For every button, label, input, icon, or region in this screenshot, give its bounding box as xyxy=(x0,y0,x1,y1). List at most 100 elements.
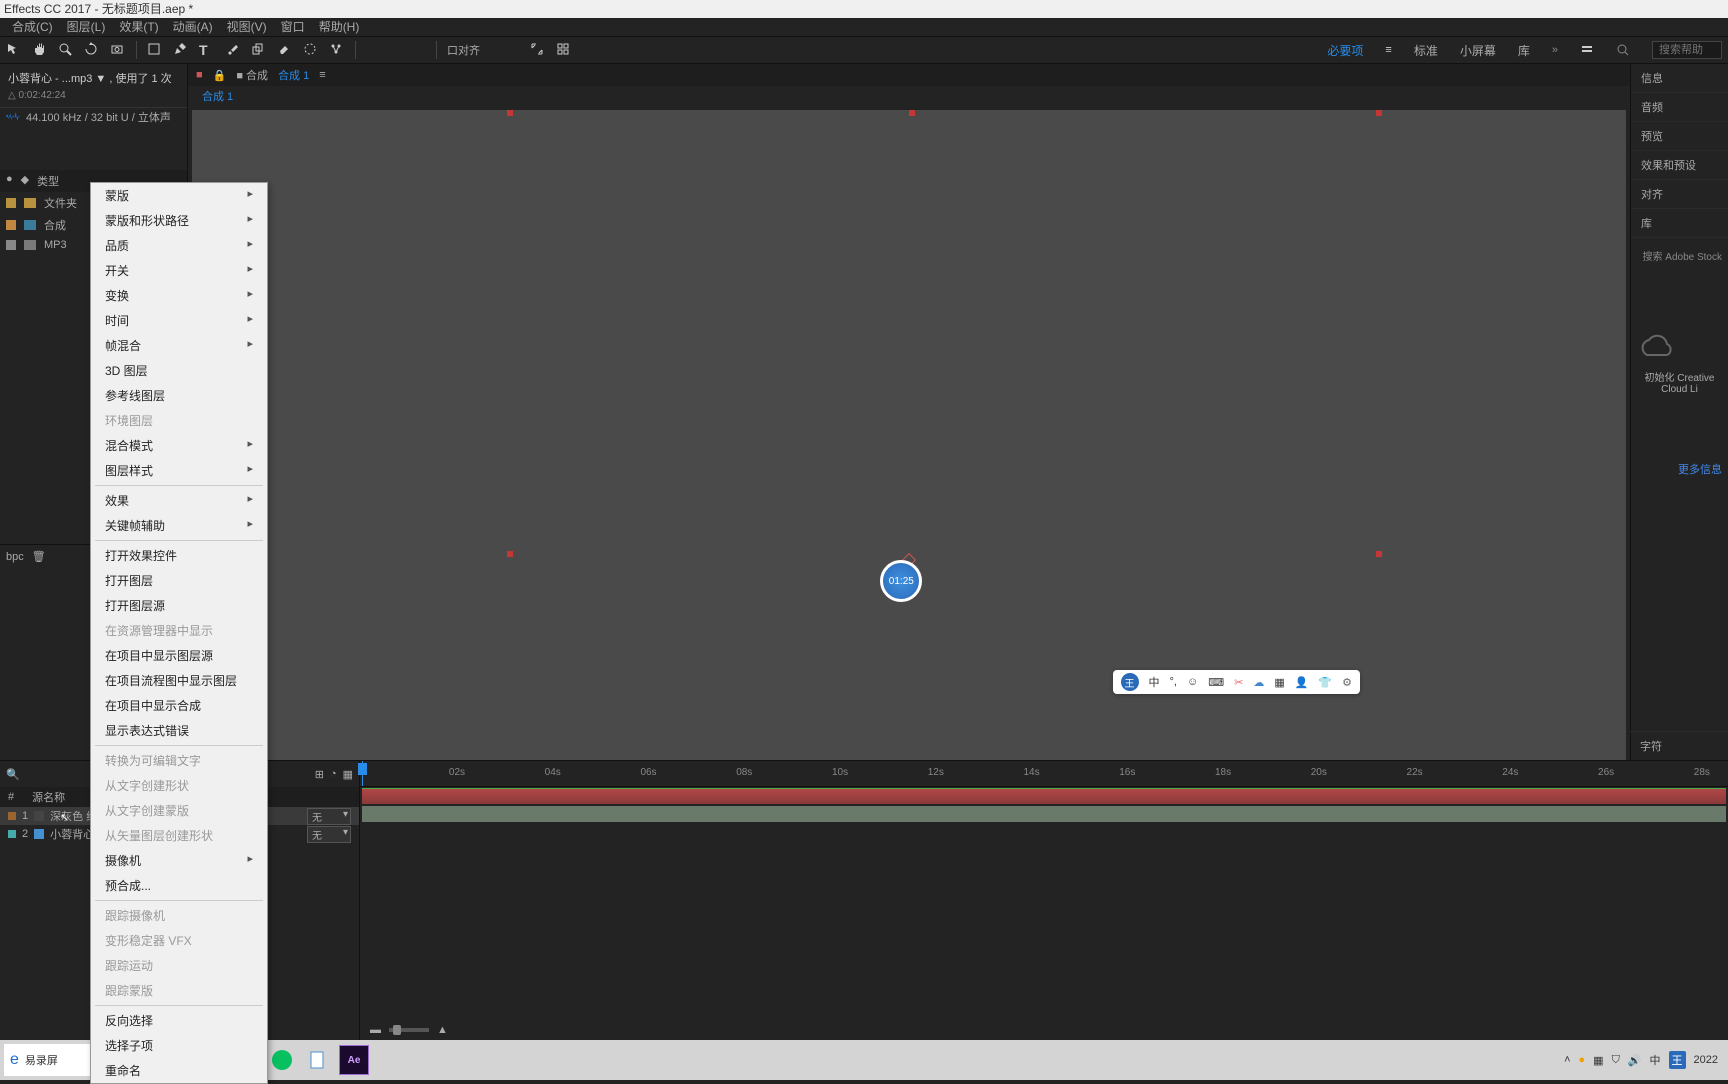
camera-tool-icon[interactable] xyxy=(110,42,126,58)
context-menu-item[interactable]: 在项目流程图中显示图层 xyxy=(91,668,267,693)
workspace-tab-essentials[interactable]: 必要项 xyxy=(1327,42,1363,59)
ime-cloud-icon[interactable]: ☁ xyxy=(1253,676,1264,689)
workspace-tab-small[interactable]: 小屏幕 xyxy=(1460,42,1496,59)
cc-more-link[interactable]: 更多信息 xyxy=(1631,455,1728,483)
menu-window[interactable]: 窗口 xyxy=(281,18,305,36)
bbox-handle[interactable] xyxy=(909,110,915,116)
timeline-ruler[interactable]: 02s 04s 06s 08s 10s 12s 14s 16s 18s 20s … xyxy=(360,761,1728,787)
workspace-more-icon[interactable]: » xyxy=(1552,44,1558,56)
expand-icon[interactable] xyxy=(530,42,546,58)
puppet-tool-icon[interactable] xyxy=(329,42,345,58)
layer-clip[interactable] xyxy=(362,806,1726,822)
search-icon[interactable] xyxy=(1616,43,1630,57)
file-icon[interactable] xyxy=(303,1045,333,1075)
timeline-toggle-icon[interactable]: ⊞ xyxy=(315,768,324,781)
timeline-track[interactable] xyxy=(360,805,1728,823)
grid-icon[interactable] xyxy=(556,42,572,58)
brush-tool-icon[interactable] xyxy=(225,42,241,58)
context-menu-item[interactable]: 摄像机▸ xyxy=(91,848,267,873)
bpc-button[interactable]: bpc xyxy=(6,551,24,563)
menu-help[interactable]: 帮助(H) xyxy=(319,18,360,36)
layer-clip[interactable] xyxy=(362,788,1726,804)
panel-character[interactable]: 字符 xyxy=(1630,731,1728,760)
context-menu-item[interactable]: 变换▸ xyxy=(91,283,267,308)
zoom-tool-icon[interactable] xyxy=(58,42,74,58)
context-menu-item[interactable]: 选择子项 xyxy=(91,1033,267,1058)
tray-ime[interactable]: 中 xyxy=(1650,1052,1661,1068)
tray-ime-logo[interactable]: 王 xyxy=(1669,1051,1686,1069)
context-menu-item[interactable]: 混合模式▸ xyxy=(91,433,267,458)
timeline-toggle-icon[interactable]: ▦ xyxy=(343,768,353,781)
context-menu-item[interactable]: 重命名 xyxy=(91,1058,267,1083)
context-menu-item[interactable]: 参考线图层 xyxy=(91,383,267,408)
wechat-icon[interactable] xyxy=(267,1045,297,1075)
menu-comp[interactable]: 合成(C) xyxy=(12,18,53,36)
context-menu-item[interactable]: 显示表达式错误 xyxy=(91,718,267,743)
ime-grid-icon[interactable]: ▦ xyxy=(1274,676,1284,689)
trash-icon[interactable]: 🗑 xyxy=(32,550,46,563)
tray-icon[interactable]: ● xyxy=(1579,1054,1586,1066)
panel-align[interactable]: 对齐 xyxy=(1631,180,1728,209)
panel-info[interactable]: 信息 xyxy=(1631,64,1728,93)
bbox-handle[interactable] xyxy=(507,551,513,557)
panel-menu-icon[interactable] xyxy=(1580,43,1594,57)
ime-user-icon[interactable]: 👤 xyxy=(1295,676,1309,689)
tab-menu-icon[interactable]: ≡ xyxy=(319,69,325,81)
context-menu-item[interactable]: 预合成... xyxy=(91,873,267,898)
context-menu-item[interactable]: 反向选择 xyxy=(91,1008,267,1033)
panel-library[interactable]: 库 xyxy=(1631,209,1728,238)
label-column-icon[interactable]: ● xyxy=(6,173,13,189)
context-menu-item[interactable]: 蒙版和形状路径▸ xyxy=(91,208,267,233)
menu-effect[interactable]: 效果(T) xyxy=(119,18,158,36)
context-menu-item[interactable]: 打开图层源 xyxy=(91,593,267,618)
context-menu-item[interactable]: 开关▸ xyxy=(91,258,267,283)
blend-mode-dropdown[interactable]: 无 xyxy=(307,826,351,843)
playhead[interactable] xyxy=(362,761,363,786)
text-tool-icon[interactable]: T xyxy=(199,42,215,58)
search-help-input[interactable] xyxy=(1652,41,1722,59)
zoom-slider[interactable] xyxy=(389,1028,429,1032)
ae-icon[interactable]: Ae xyxy=(339,1045,369,1075)
hand-tool-icon[interactable] xyxy=(32,42,48,58)
selection-tool-icon[interactable] xyxy=(6,42,22,58)
ime-settings-icon[interactable]: ⚙ xyxy=(1342,676,1352,689)
tray-icon[interactable]: ▦ xyxy=(1593,1054,1603,1067)
context-menu-item[interactable]: 在项目中显示图层源 xyxy=(91,643,267,668)
comp-tab-active[interactable]: 合成 1 xyxy=(278,67,309,83)
type-column-header[interactable]: 类型 xyxy=(37,173,59,189)
context-menu-item[interactable]: 品质▸ xyxy=(91,233,267,258)
context-menu-item[interactable]: 效果▸ xyxy=(91,488,267,513)
ime-lang-icon[interactable]: 中 xyxy=(1149,674,1160,690)
panel-preview[interactable]: 预览 xyxy=(1631,122,1728,151)
context-menu-item[interactable]: 打开图层 xyxy=(91,568,267,593)
menu-view[interactable]: 视图(V) xyxy=(227,18,267,36)
shape-tool-icon[interactable] xyxy=(147,42,163,58)
menu-layer[interactable]: 图层(L) xyxy=(67,18,106,36)
panel-effects-presets[interactable]: 效果和预设 xyxy=(1631,151,1728,180)
bbox-handle[interactable] xyxy=(1376,551,1382,557)
tray-date[interactable]: 2022 xyxy=(1694,1054,1718,1066)
context-menu-item[interactable]: 图层样式▸ xyxy=(91,458,267,483)
menu-anim[interactable]: 动画(A) xyxy=(173,18,213,36)
ime-emoji-icon[interactable]: ☺ xyxy=(1187,676,1198,688)
clone-tool-icon[interactable] xyxy=(251,42,267,58)
context-menu-item[interactable]: 帧混合▸ xyxy=(91,333,267,358)
ime-skin-icon[interactable]: 👕 xyxy=(1318,676,1332,689)
comp-breadcrumb[interactable]: 合成 1 xyxy=(202,88,233,104)
panel-audio[interactable]: 音频 xyxy=(1631,93,1728,122)
pen-tool-icon[interactable] xyxy=(173,42,189,58)
context-menu-item[interactable]: 时间▸ xyxy=(91,308,267,333)
ime-toolbar[interactable]: 王 中 °, ☺ ⌨ ✂ ☁ ▦ 👤 👕 ⚙ xyxy=(1113,670,1361,694)
blend-mode-dropdown[interactable]: 无 xyxy=(307,808,351,825)
type-column-icon[interactable]: ◆ xyxy=(21,173,29,189)
rotate-tool-icon[interactable] xyxy=(84,42,100,58)
context-menu-item[interactable]: 关键帧辅助▸ xyxy=(91,513,267,538)
workspace-tab-library[interactable]: 库 xyxy=(1518,42,1530,59)
workspace-menu-icon[interactable]: ≡ xyxy=(1385,44,1391,56)
ime-keyboard-icon[interactable]: ⌨ xyxy=(1208,676,1224,689)
zoom-in-icon[interactable]: ▲ xyxy=(437,1024,448,1036)
ime-punct-icon[interactable]: °, xyxy=(1170,676,1177,688)
snap-toggle[interactable]: 口对齐 xyxy=(447,42,480,58)
context-menu-item[interactable]: 打开效果控件 xyxy=(91,543,267,568)
ime-logo-icon[interactable]: 王 xyxy=(1121,673,1139,691)
